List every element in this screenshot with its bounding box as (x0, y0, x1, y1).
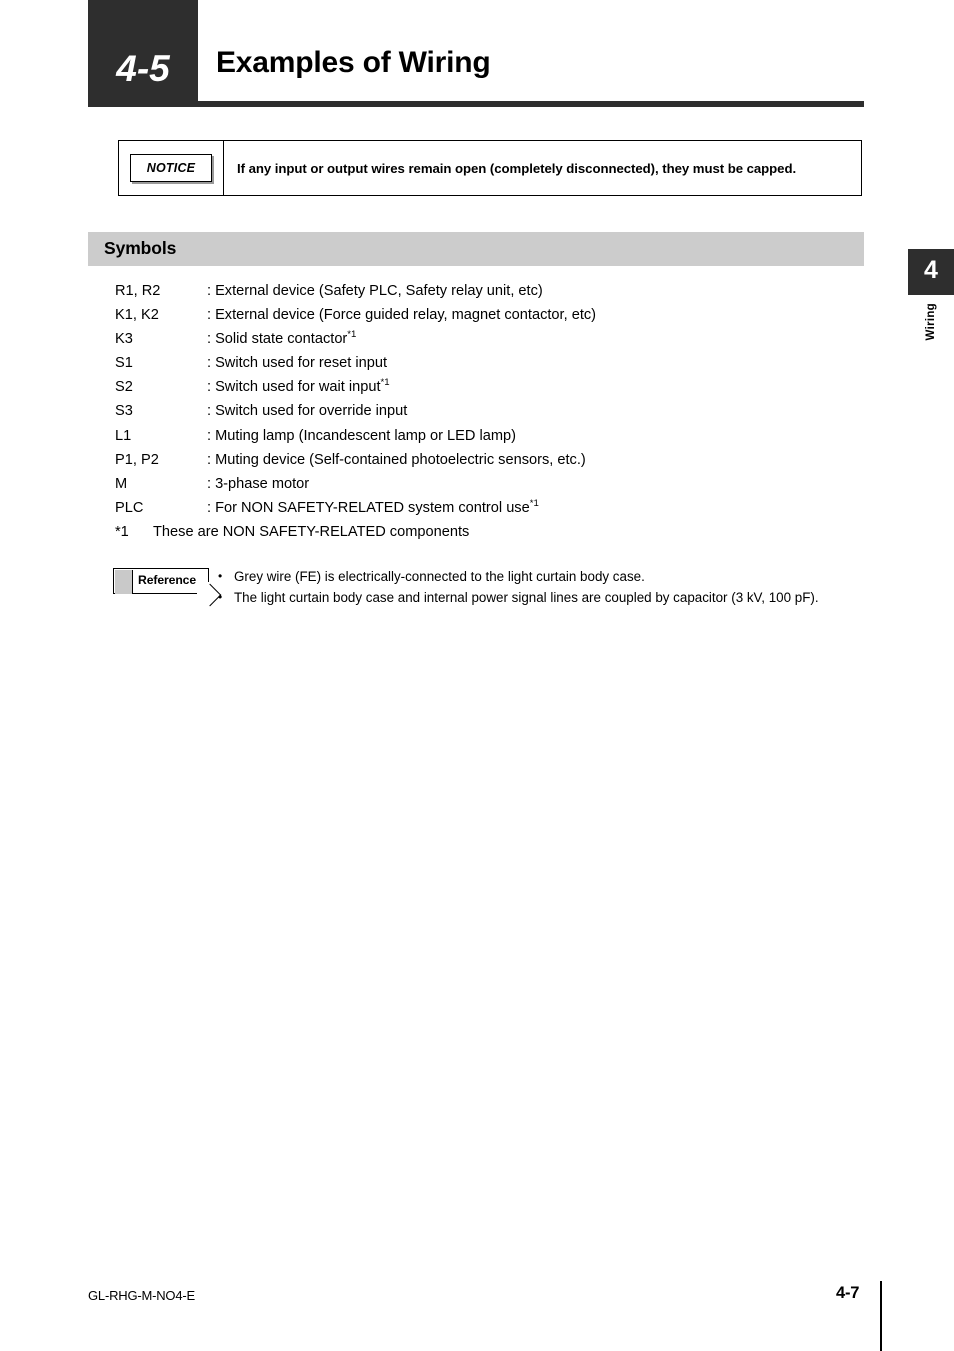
symbol-description: : Muting lamp (Incandescent lamp or LED l… (207, 428, 516, 444)
symbol-description: : For NON SAFETY-RELATED system control u… (207, 497, 539, 516)
symbol-description-text: External device (Safety PLC, Safety rela… (215, 283, 543, 299)
symbol-key: PLC (115, 499, 144, 516)
symbol-description: :3-phase motor (207, 476, 309, 492)
reference-bullet-list: Grey wire (FE) is electrically-connected… (218, 566, 858, 608)
symbol-key: S1 (115, 355, 133, 372)
side-chapter-label-wrap: Wiring (908, 303, 954, 383)
symbol-colon: : (207, 427, 212, 444)
footer-page-number: 4-7 (836, 1284, 860, 1302)
symbol-description-text: Switch used for wait input (215, 379, 381, 396)
chapter-number-box: 4-5 (88, 0, 198, 101)
notice-label: NOTICE (130, 154, 212, 182)
symbol-row: S3: Switch used for override input (115, 403, 855, 427)
symbol-row: K1, K2: External device (Force guided rel… (115, 307, 855, 331)
symbol-description-text: External device (Force guided relay, mag… (215, 307, 597, 324)
symbol-footnote-marker: *1 (347, 329, 357, 341)
footer-document-code: GL-RHG-M-NO4-E (88, 1288, 195, 1303)
symbol-key: K3 (115, 331, 133, 348)
symbol-row: R1, R2: External device (Safety PLC, Safe… (115, 283, 855, 307)
header-rule (88, 101, 864, 107)
symbol-row: PLC: For NON SAFETY-RELATED system contro… (115, 497, 855, 524)
symbol-colon: : (207, 403, 212, 420)
symbols-section-heading: Symbols (104, 238, 177, 258)
reference-label: Reference (138, 573, 197, 587)
symbol-footnote-marker: *1 (380, 377, 390, 389)
symbol-description-text: For NON SAFETY-RELATED system control us… (215, 499, 530, 516)
symbol-description: : Muting device (Self-contained photoelec… (207, 452, 586, 468)
symbol-list: R1, R2: External device (Safety PLC, Safe… (115, 283, 855, 524)
symbol-description-text: Solid state contactor (215, 331, 348, 348)
symbol-row: K3: Solid state contactor*1 (115, 329, 855, 355)
symbol-description: : Solid state contactor*1 (207, 329, 357, 348)
symbol-row: M:3-phase motor (115, 476, 855, 500)
reference-bullet: The light curtain body case and internal… (218, 587, 858, 608)
symbol-description-text: Muting lamp (Incandescent lamp or LED la… (215, 427, 516, 444)
symbol-row: P1, P2: Muting device (Self-contained pho… (115, 452, 855, 476)
symbol-description-text: Switch used for override input (215, 403, 408, 420)
side-chapter-tab: 4 (908, 249, 954, 295)
symbol-description-text: Muting device (Self-contained photoelect… (215, 451, 586, 468)
symbol-description: : Switch used for override input (207, 403, 407, 419)
symbol-key: M (115, 475, 128, 492)
symbol-description: : Switch used for wait input*1 (207, 377, 390, 396)
reference-tag-icon: Reference (113, 568, 222, 607)
symbol-colon: : (207, 283, 212, 299)
symbol-description: : External device (Force guided relay, ma… (207, 307, 596, 323)
symbol-description: : Switch used for reset input (207, 355, 387, 371)
notice-label-wrap: NOTICE (130, 154, 212, 182)
symbol-footnote-marker: *1 (529, 497, 539, 509)
reference-swatch (115, 570, 134, 594)
symbol-row: S2: Switch used for wait input*1 (115, 377, 855, 403)
symbol-colon: : (207, 331, 212, 348)
symbol-key: S3 (115, 403, 133, 420)
symbol-colon: : (207, 307, 212, 324)
reference-tag-body: Reference (113, 568, 209, 594)
footnote-mark: *1 (115, 524, 129, 540)
page-title: Examples of Wiring (216, 46, 491, 79)
notice-box: NOTICE If any input or output wires rema… (118, 140, 862, 196)
symbols-footnote: *1 These are NON SAFETY-RELATED component… (115, 524, 469, 540)
symbol-description-text: Switch used for reset input (215, 355, 388, 372)
symbol-key: S2 (115, 379, 133, 396)
notice-text: If any input or output wires remain open… (237, 160, 797, 176)
side-chapter-number: 4 (924, 256, 938, 284)
symbol-colon: : (207, 499, 212, 516)
symbol-description: : External device (Safety PLC, Safety rel… (207, 283, 543, 299)
symbol-row: S1: Switch used for reset input (115, 355, 855, 379)
symbol-colon: : (207, 355, 212, 372)
footer-rule (880, 1281, 882, 1351)
symbols-section-band: Symbols (88, 232, 864, 266)
page-header: 4-5 Examples of Wiring (0, 0, 954, 112)
symbol-row: L1: Muting lamp (Incandescent lamp or LED… (115, 428, 855, 452)
symbol-description-text: 3-phase motor (215, 475, 310, 492)
symbol-key: K1, K2 (115, 307, 159, 324)
chapter-number: 4-5 (116, 48, 170, 89)
symbol-key: L1 (115, 427, 132, 444)
side-chapter-label: Wiring (925, 303, 937, 341)
notice-divider (223, 141, 225, 195)
symbol-colon: : (207, 451, 212, 468)
reference-bullet: Grey wire (FE) is electrically-connected… (218, 566, 858, 587)
footnote-text: These are NON SAFETY-RELATED components (153, 524, 470, 540)
symbol-key: P1, P2 (115, 451, 159, 468)
symbol-colon: : (207, 379, 212, 396)
symbol-colon: : (207, 475, 212, 492)
symbol-key: R1, R2 (115, 283, 161, 299)
